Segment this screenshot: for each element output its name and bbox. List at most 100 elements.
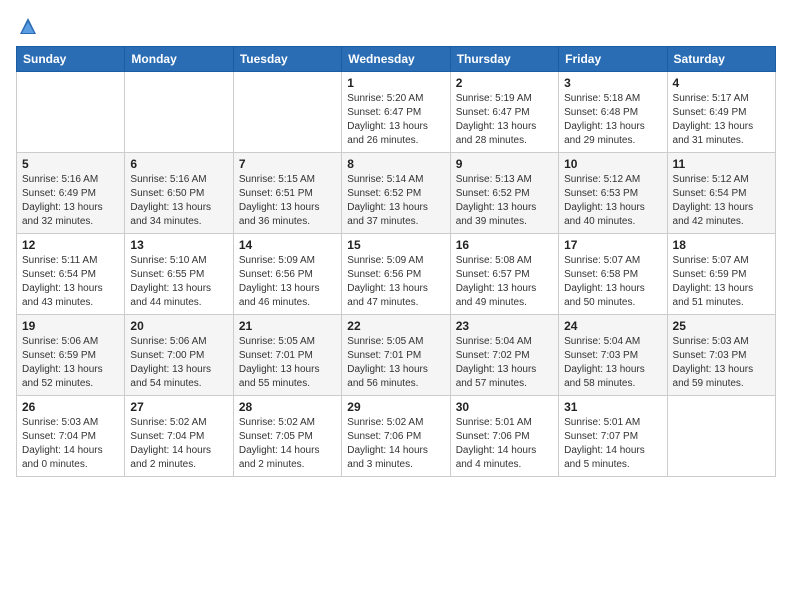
calendar-cell: 9 Sunrise: 5:13 AMSunset: 6:52 PMDaylight… xyxy=(450,153,558,234)
calendar-cell xyxy=(17,72,125,153)
calendar-header-row: SundayMondayTuesdayWednesdayThursdayFrid… xyxy=(17,47,776,72)
day-info: Sunrise: 5:05 AMSunset: 7:01 PMDaylight:… xyxy=(347,335,444,391)
day-number: 2 xyxy=(456,76,553,90)
calendar-week-row: 1 Sunrise: 5:20 AMSunset: 6:47 PMDaylight… xyxy=(17,72,776,153)
calendar-cell: 18 Sunrise: 5:07 AMSunset: 6:59 PMDayligh… xyxy=(667,234,775,315)
day-number: 26 xyxy=(22,400,119,414)
day-number: 30 xyxy=(456,400,553,414)
calendar-cell xyxy=(233,72,341,153)
calendar-table: SundayMondayTuesdayWednesdayThursdayFrid… xyxy=(16,46,776,477)
day-info: Sunrise: 5:17 AMSunset: 6:49 PMDaylight:… xyxy=(673,92,770,148)
calendar-cell: 28 Sunrise: 5:02 AMSunset: 7:05 PMDayligh… xyxy=(233,396,341,477)
calendar-cell: 4 Sunrise: 5:17 AMSunset: 6:49 PMDaylight… xyxy=(667,72,775,153)
calendar-cell: 17 Sunrise: 5:07 AMSunset: 6:58 PMDayligh… xyxy=(559,234,667,315)
day-info: Sunrise: 5:02 AMSunset: 7:05 PMDaylight:… xyxy=(239,416,336,472)
calendar-cell: 11Sunrise: 5:12 AMSunset: 6:54 PMDayligh… xyxy=(667,153,775,234)
calendar-week-row: 12 Sunrise: 5:11 AMSunset: 6:54 PMDayligh… xyxy=(17,234,776,315)
day-number: 29 xyxy=(347,400,444,414)
day-info: Sunrise: 5:09 AMSunset: 6:56 PMDaylight:… xyxy=(347,254,444,310)
day-number: 24 xyxy=(564,319,661,333)
calendar-cell: 2 Sunrise: 5:19 AMSunset: 6:47 PMDaylight… xyxy=(450,72,558,153)
day-info: Sunrise: 5:12 AMSunset: 6:53 PMDaylight:… xyxy=(564,173,661,229)
calendar-cell: 30 Sunrise: 5:01 AMSunset: 7:06 PMDayligh… xyxy=(450,396,558,477)
day-number: 14 xyxy=(239,238,336,252)
day-info: Sunrise: 5:19 AMSunset: 6:47 PMDaylight:… xyxy=(456,92,553,148)
calendar-cell: 7Sunrise: 5:15 AMSunset: 6:51 PMDaylight… xyxy=(233,153,341,234)
calendar-header-thursday: Thursday xyxy=(450,47,558,72)
day-number: 7 xyxy=(239,157,336,171)
calendar-cell: 14 Sunrise: 5:09 AMSunset: 6:56 PMDayligh… xyxy=(233,234,341,315)
calendar-week-row: 5Sunrise: 5:16 AMSunset: 6:49 PMDaylight… xyxy=(17,153,776,234)
day-number: 11 xyxy=(673,157,770,171)
day-number: 10 xyxy=(564,157,661,171)
calendar-cell: 1 Sunrise: 5:20 AMSunset: 6:47 PMDaylight… xyxy=(342,72,450,153)
day-info: Sunrise: 5:07 AMSunset: 6:58 PMDaylight:… xyxy=(564,254,661,310)
calendar-cell: 26 Sunrise: 5:03 AMSunset: 7:04 PMDayligh… xyxy=(17,396,125,477)
calendar-cell: 6Sunrise: 5:16 AMSunset: 6:50 PMDaylight… xyxy=(125,153,233,234)
day-info: Sunrise: 5:18 AMSunset: 6:48 PMDaylight:… xyxy=(564,92,661,148)
day-number: 1 xyxy=(347,76,444,90)
calendar-week-row: 26 Sunrise: 5:03 AMSunset: 7:04 PMDayligh… xyxy=(17,396,776,477)
calendar-cell: 13 Sunrise: 5:10 AMSunset: 6:55 PMDayligh… xyxy=(125,234,233,315)
calendar-cell: 15 Sunrise: 5:09 AMSunset: 6:56 PMDayligh… xyxy=(342,234,450,315)
calendar-cell: 3 Sunrise: 5:18 AMSunset: 6:48 PMDaylight… xyxy=(559,72,667,153)
calendar-cell: 12 Sunrise: 5:11 AMSunset: 6:54 PMDayligh… xyxy=(17,234,125,315)
day-number: 17 xyxy=(564,238,661,252)
calendar-cell: 16Sunrise: 5:08 AMSunset: 6:57 PMDayligh… xyxy=(450,234,558,315)
day-number: 20 xyxy=(130,319,227,333)
day-number: 19 xyxy=(22,319,119,333)
page-header xyxy=(16,16,776,36)
day-info: Sunrise: 5:04 AMSunset: 7:03 PMDaylight:… xyxy=(564,335,661,391)
calendar-cell xyxy=(125,72,233,153)
calendar-cell: 10 Sunrise: 5:12 AMSunset: 6:53 PMDayligh… xyxy=(559,153,667,234)
logo xyxy=(16,16,38,36)
day-number: 23 xyxy=(456,319,553,333)
day-number: 9 xyxy=(456,157,553,171)
calendar-cell: 8 Sunrise: 5:14 AMSunset: 6:52 PMDaylight… xyxy=(342,153,450,234)
day-info: Sunrise: 5:10 AMSunset: 6:55 PMDaylight:… xyxy=(130,254,227,310)
day-number: 25 xyxy=(673,319,770,333)
day-number: 22 xyxy=(347,319,444,333)
day-number: 3 xyxy=(564,76,661,90)
calendar-header-tuesday: Tuesday xyxy=(233,47,341,72)
day-number: 4 xyxy=(673,76,770,90)
calendar-cell: 19 Sunrise: 5:06 AMSunset: 6:59 PMDayligh… xyxy=(17,315,125,396)
day-info: Sunrise: 5:01 AMSunset: 7:07 PMDaylight:… xyxy=(564,416,661,472)
day-info: Sunrise: 5:16 AMSunset: 6:49 PMDaylight:… xyxy=(22,173,119,229)
day-info: Sunrise: 5:06 AMSunset: 6:59 PMDaylight:… xyxy=(22,335,119,391)
calendar-header-sunday: Sunday xyxy=(17,47,125,72)
calendar-header-monday: Monday xyxy=(125,47,233,72)
day-number: 18 xyxy=(673,238,770,252)
calendar-cell: 31Sunrise: 5:01 AMSunset: 7:07 PMDayligh… xyxy=(559,396,667,477)
calendar-cell: 27Sunrise: 5:02 AMSunset: 7:04 PMDayligh… xyxy=(125,396,233,477)
calendar-cell: 21Sunrise: 5:05 AMSunset: 7:01 PMDayligh… xyxy=(233,315,341,396)
day-info: Sunrise: 5:01 AMSunset: 7:06 PMDaylight:… xyxy=(456,416,553,472)
day-number: 12 xyxy=(22,238,119,252)
calendar-cell: 5Sunrise: 5:16 AMSunset: 6:49 PMDaylight… xyxy=(17,153,125,234)
day-number: 13 xyxy=(130,238,227,252)
day-info: Sunrise: 5:03 AMSunset: 7:03 PMDaylight:… xyxy=(673,335,770,391)
day-info: Sunrise: 5:14 AMSunset: 6:52 PMDaylight:… xyxy=(347,173,444,229)
calendar-header-friday: Friday xyxy=(559,47,667,72)
day-info: Sunrise: 5:20 AMSunset: 6:47 PMDaylight:… xyxy=(347,92,444,148)
day-info: Sunrise: 5:11 AMSunset: 6:54 PMDaylight:… xyxy=(22,254,119,310)
day-info: Sunrise: 5:09 AMSunset: 6:56 PMDaylight:… xyxy=(239,254,336,310)
day-number: 16 xyxy=(456,238,553,252)
calendar-header-wednesday: Wednesday xyxy=(342,47,450,72)
day-info: Sunrise: 5:02 AMSunset: 7:06 PMDaylight:… xyxy=(347,416,444,472)
calendar-cell: 23 Sunrise: 5:04 AMSunset: 7:02 PMDayligh… xyxy=(450,315,558,396)
calendar-cell: 29 Sunrise: 5:02 AMSunset: 7:06 PMDayligh… xyxy=(342,396,450,477)
day-info: Sunrise: 5:04 AMSunset: 7:02 PMDaylight:… xyxy=(456,335,553,391)
day-number: 27 xyxy=(130,400,227,414)
day-info: Sunrise: 5:03 AMSunset: 7:04 PMDaylight:… xyxy=(22,416,119,472)
day-number: 21 xyxy=(239,319,336,333)
day-number: 28 xyxy=(239,400,336,414)
calendar-cell: 24 Sunrise: 5:04 AMSunset: 7:03 PMDayligh… xyxy=(559,315,667,396)
day-number: 15 xyxy=(347,238,444,252)
calendar-header-saturday: Saturday xyxy=(667,47,775,72)
day-number: 8 xyxy=(347,157,444,171)
day-number: 6 xyxy=(130,157,227,171)
day-info: Sunrise: 5:13 AMSunset: 6:52 PMDaylight:… xyxy=(456,173,553,229)
day-info: Sunrise: 5:07 AMSunset: 6:59 PMDaylight:… xyxy=(673,254,770,310)
calendar-week-row: 19 Sunrise: 5:06 AMSunset: 6:59 PMDayligh… xyxy=(17,315,776,396)
